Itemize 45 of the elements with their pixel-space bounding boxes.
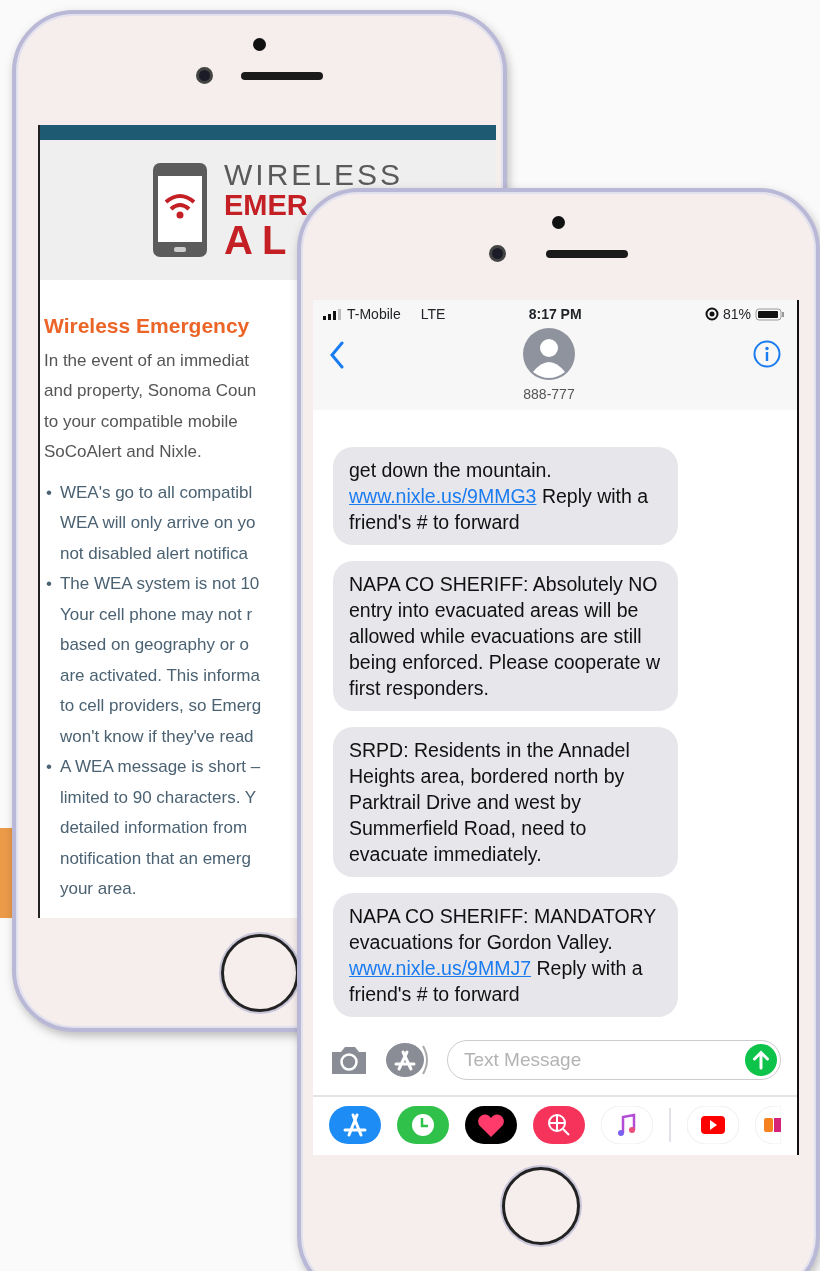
avatar-icon[interactable] xyxy=(523,328,575,380)
message-link[interactable]: www.nixle.us/9MMG3 xyxy=(349,485,537,507)
battery-percent: 81% xyxy=(722,304,751,324)
bullet-text: The WEA system is not 10 Your cell phone may not r based on geography or o are activated. This informa to cell providers, so Emerg won't know if they've read xyxy=(59,573,262,748)
sensor-dot xyxy=(552,216,565,229)
app-icon[interactable] xyxy=(755,1106,781,1144)
message-bubble: get down the mountain. www.nixle.us/9MMG3 Reply with a friend's # to forward xyxy=(333,447,678,545)
message-link[interactable]: www.nixle.us/9MMJ7 xyxy=(349,957,532,979)
globe-search-icon[interactable] xyxy=(533,1106,585,1144)
play-icon[interactable] xyxy=(687,1106,739,1144)
sensor-dot xyxy=(253,38,266,51)
camera-lens xyxy=(489,245,506,262)
send-icon[interactable] xyxy=(745,1044,777,1076)
clock-icon[interactable] xyxy=(397,1106,449,1144)
bullet-text: A WEA message is short – limited to 90 characters. Y detailed information from notification that an emerg your area. xyxy=(59,756,261,900)
info-icon[interactable] xyxy=(753,340,781,368)
paragraph: In the event of an immediat and property, Sonoma Coun to your compatible mobile SoCoAlert and Nixle. xyxy=(44,349,257,463)
contact-name[interactable]: 888-777 xyxy=(523,384,575,405)
logo-text: AL xyxy=(224,220,297,261)
back-icon[interactable] xyxy=(329,341,345,369)
bullet-text: WEA's go to all compatibl WEA will only arrive on yo not disabled alert notifica xyxy=(59,481,256,565)
logo-text: WIRELESS xyxy=(224,159,404,190)
app-store-icon[interactable] xyxy=(385,1042,431,1078)
message-bubble: NAPA CO SHERIFF: Absolutely NO entry into evacuated areas will be allowed while evacuations are still being enforced. Please cooperate w first responders. xyxy=(333,561,678,711)
app-store-icon[interactable] xyxy=(329,1106,381,1144)
camera-icon[interactable] xyxy=(329,1044,369,1076)
message-bubble: SRPD: Residents in the Annadel Heights area, bordered north by Parktrail Drive and west by Summerfield Road, need to evacuate immediately. xyxy=(333,727,678,877)
music-note-icon[interactable] xyxy=(601,1106,653,1144)
bullet-marker: • xyxy=(46,573,52,595)
section-heading: Wireless Emergency xyxy=(44,313,250,339)
carrier-name: T-Mobile xyxy=(347,304,401,324)
message-field[interactable]: Text Message xyxy=(447,1040,781,1080)
message-bubble: NAPA CO SHERIFF: MANDATORY evacuations for Gordon Valley. www.nixle.us/9MMJ7 Reply with a friend's # to forward xyxy=(333,893,678,1017)
bullet-marker: • xyxy=(46,481,52,504)
signal-icon xyxy=(323,308,343,320)
network-type: LTE xyxy=(420,304,446,324)
camera-lens xyxy=(196,67,213,84)
home-button[interactable] xyxy=(220,934,299,1012)
logo-text: EMER xyxy=(224,189,309,221)
battery-icon xyxy=(755,307,785,321)
phone-wifi-icon xyxy=(152,162,208,258)
rotation-lock-icon xyxy=(704,307,719,321)
clock-time: 8:17 PM xyxy=(528,304,582,324)
bullet-marker: • xyxy=(46,756,52,778)
home-button[interactable] xyxy=(501,1167,580,1245)
